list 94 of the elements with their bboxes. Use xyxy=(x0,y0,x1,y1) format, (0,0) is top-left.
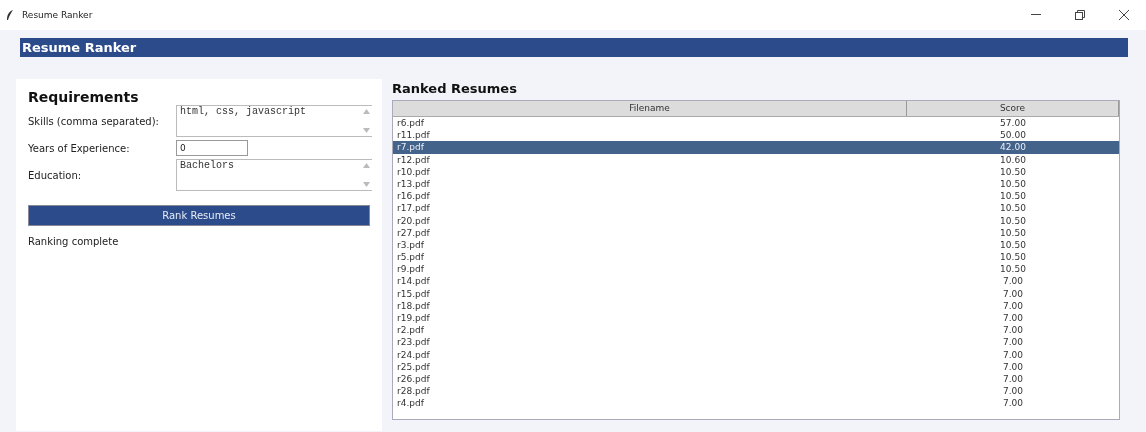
table-row[interactable]: r13.pdf 10.50 xyxy=(393,177,1119,191)
table-row[interactable]: r3.pdf 10.50 xyxy=(393,238,1119,252)
score-cell-text: 7.00 xyxy=(1001,324,1024,337)
field-label: Years of Experience: xyxy=(28,142,131,154)
section-title: Ranked Resumes xyxy=(392,81,518,96)
filename-cell-text: r2.pdf xyxy=(396,324,425,337)
table-row[interactable]: r28.pdf 7.00 xyxy=(393,385,1119,398)
score-cell-text: 10.50 xyxy=(999,202,1027,215)
column-header[interactable]: Filename xyxy=(393,101,907,116)
scroll-up-icon[interactable] xyxy=(362,163,370,168)
feather-icon xyxy=(6,9,14,21)
filename-cell-text: r14.pdf xyxy=(396,275,431,288)
score-cell-text: 7.00 xyxy=(1001,372,1024,386)
score-cell-text: 7.00 xyxy=(1001,397,1024,410)
scroll-down-icon[interactable] xyxy=(362,128,370,133)
score-cell-text: 10.50 xyxy=(999,214,1027,227)
score-cell-text: 10.60 xyxy=(999,153,1027,166)
table-row[interactable]: r20.pdf 10.50 xyxy=(393,214,1119,227)
table-row[interactable]: r23.pdf 7.00 xyxy=(393,336,1119,349)
section-title: Requirements xyxy=(28,89,140,105)
filename-cell-text: r13.pdf xyxy=(396,177,431,191)
score-cell-text: 7.00 xyxy=(1001,312,1024,325)
filename-cell-text: r18.pdf xyxy=(396,299,431,312)
filename-cell-text: r16.pdf xyxy=(396,190,431,203)
table-row[interactable]: r15.pdf 7.00 xyxy=(393,287,1119,300)
filename-cell-text: r19.pdf xyxy=(396,312,431,325)
table-row[interactable]: r17.pdf 10.50 xyxy=(393,202,1119,215)
column-header[interactable]: Score xyxy=(907,101,1119,116)
filename-cell-text: r6.pdf xyxy=(396,117,425,130)
score-cell-text: 7.00 xyxy=(1001,275,1024,288)
score-cell-text: 57.00 xyxy=(999,117,1027,130)
text-area[interactable]: html, css, javascript xyxy=(176,105,372,137)
table-row[interactable]: r19.pdf 7.00 xyxy=(393,312,1119,325)
field-label: Education: xyxy=(28,169,83,181)
table-row[interactable]: r18.pdf 7.00 xyxy=(393,299,1119,312)
filename-cell-text: r24.pdf xyxy=(396,348,431,361)
filename-cell-text: r5.pdf xyxy=(396,251,425,264)
filename-cell-text: r20.pdf xyxy=(396,214,431,227)
header-bar: Resume Ranker xyxy=(20,38,1128,57)
score-cell-text: 42.00 xyxy=(999,141,1027,154)
filename-cell-text: r11.pdf xyxy=(396,129,431,142)
rank-resumes-button[interactable]: Rank Resumes xyxy=(28,205,370,226)
filename-cell-text: r7.pdf xyxy=(396,141,425,154)
table-row[interactable]: r9.pdf 10.50 xyxy=(393,263,1119,276)
score-cell-text: 10.50 xyxy=(999,190,1027,203)
table-row[interactable]: r4.pdf 7.00 xyxy=(393,397,1119,410)
table-row[interactable]: r11.pdf 50.00 xyxy=(393,129,1119,142)
score-cell-text: 10.50 xyxy=(999,226,1027,239)
status-text: Ranking complete xyxy=(28,236,120,247)
field-label: Skills (comma separated): xyxy=(28,115,160,127)
scroll-up-icon[interactable] xyxy=(362,109,370,114)
filename-cell-text: r27.pdf xyxy=(396,226,431,239)
table-row[interactable]: r24.pdf 7.00 xyxy=(393,348,1119,361)
restore-icon xyxy=(1075,10,1085,20)
table-row[interactable]: r10.pdf 10.50 xyxy=(393,165,1119,178)
table-row[interactable]: r7.pdf 42.00 xyxy=(393,141,1119,154)
score-cell-text: 10.50 xyxy=(999,238,1027,252)
filename-cell-text: r3.pdf xyxy=(396,238,425,252)
filename-cell-text: r26.pdf xyxy=(396,372,431,386)
table-row[interactable]: r12.pdf 10.60 xyxy=(393,153,1119,166)
score-cell-text: 10.50 xyxy=(999,263,1027,276)
score-cell-text: 7.00 xyxy=(1001,385,1024,398)
filename-cell-text: r15.pdf xyxy=(396,287,431,300)
table-row[interactable]: r26.pdf 7.00 xyxy=(393,372,1119,386)
scroll-down-icon[interactable] xyxy=(362,182,370,187)
filename-cell-text: r4.pdf xyxy=(396,397,425,410)
score-cell-text: 10.50 xyxy=(999,165,1027,178)
filename-cell-text: r25.pdf xyxy=(396,360,431,373)
window-title: Resume Ranker xyxy=(22,10,94,20)
table-row[interactable]: r25.pdf 7.00 xyxy=(393,360,1119,373)
score-cell-text: 7.00 xyxy=(1001,299,1024,312)
text-area[interactable]: Bachelors xyxy=(176,159,372,191)
filename-cell-text: r17.pdf xyxy=(396,202,431,215)
table-row[interactable]: r2.pdf 7.00 xyxy=(393,324,1119,337)
table-row[interactable]: r27.pdf 10.50 xyxy=(393,226,1119,239)
table-row[interactable]: r6.pdf 57.00 xyxy=(393,117,1119,130)
table-row[interactable]: r14.pdf 7.00 xyxy=(393,275,1119,288)
filename-cell-text: r9.pdf xyxy=(396,263,425,276)
score-cell-text: 10.50 xyxy=(999,251,1027,264)
filename-cell-text: r28.pdf xyxy=(396,385,431,398)
filename-cell-text: r12.pdf xyxy=(396,153,431,166)
table-row[interactable]: r16.pdf 10.50 xyxy=(393,190,1119,203)
input-field[interactable]: 0 xyxy=(176,140,248,156)
filename-cell-text: r10.pdf xyxy=(396,165,431,178)
score-cell-text: 7.00 xyxy=(1001,336,1024,349)
filename-cell-text: r23.pdf xyxy=(396,336,431,349)
minimize-icon xyxy=(1031,14,1041,16)
score-cell-text: 7.00 xyxy=(1001,360,1024,373)
table-row[interactable]: r5.pdf 10.50 xyxy=(393,251,1119,264)
score-cell-text: 10.50 xyxy=(999,177,1027,191)
close-icon xyxy=(1119,10,1129,20)
score-cell-text: 7.00 xyxy=(1001,348,1024,361)
score-cell-text: 50.00 xyxy=(999,129,1027,142)
score-cell-text: 7.00 xyxy=(1001,287,1024,300)
